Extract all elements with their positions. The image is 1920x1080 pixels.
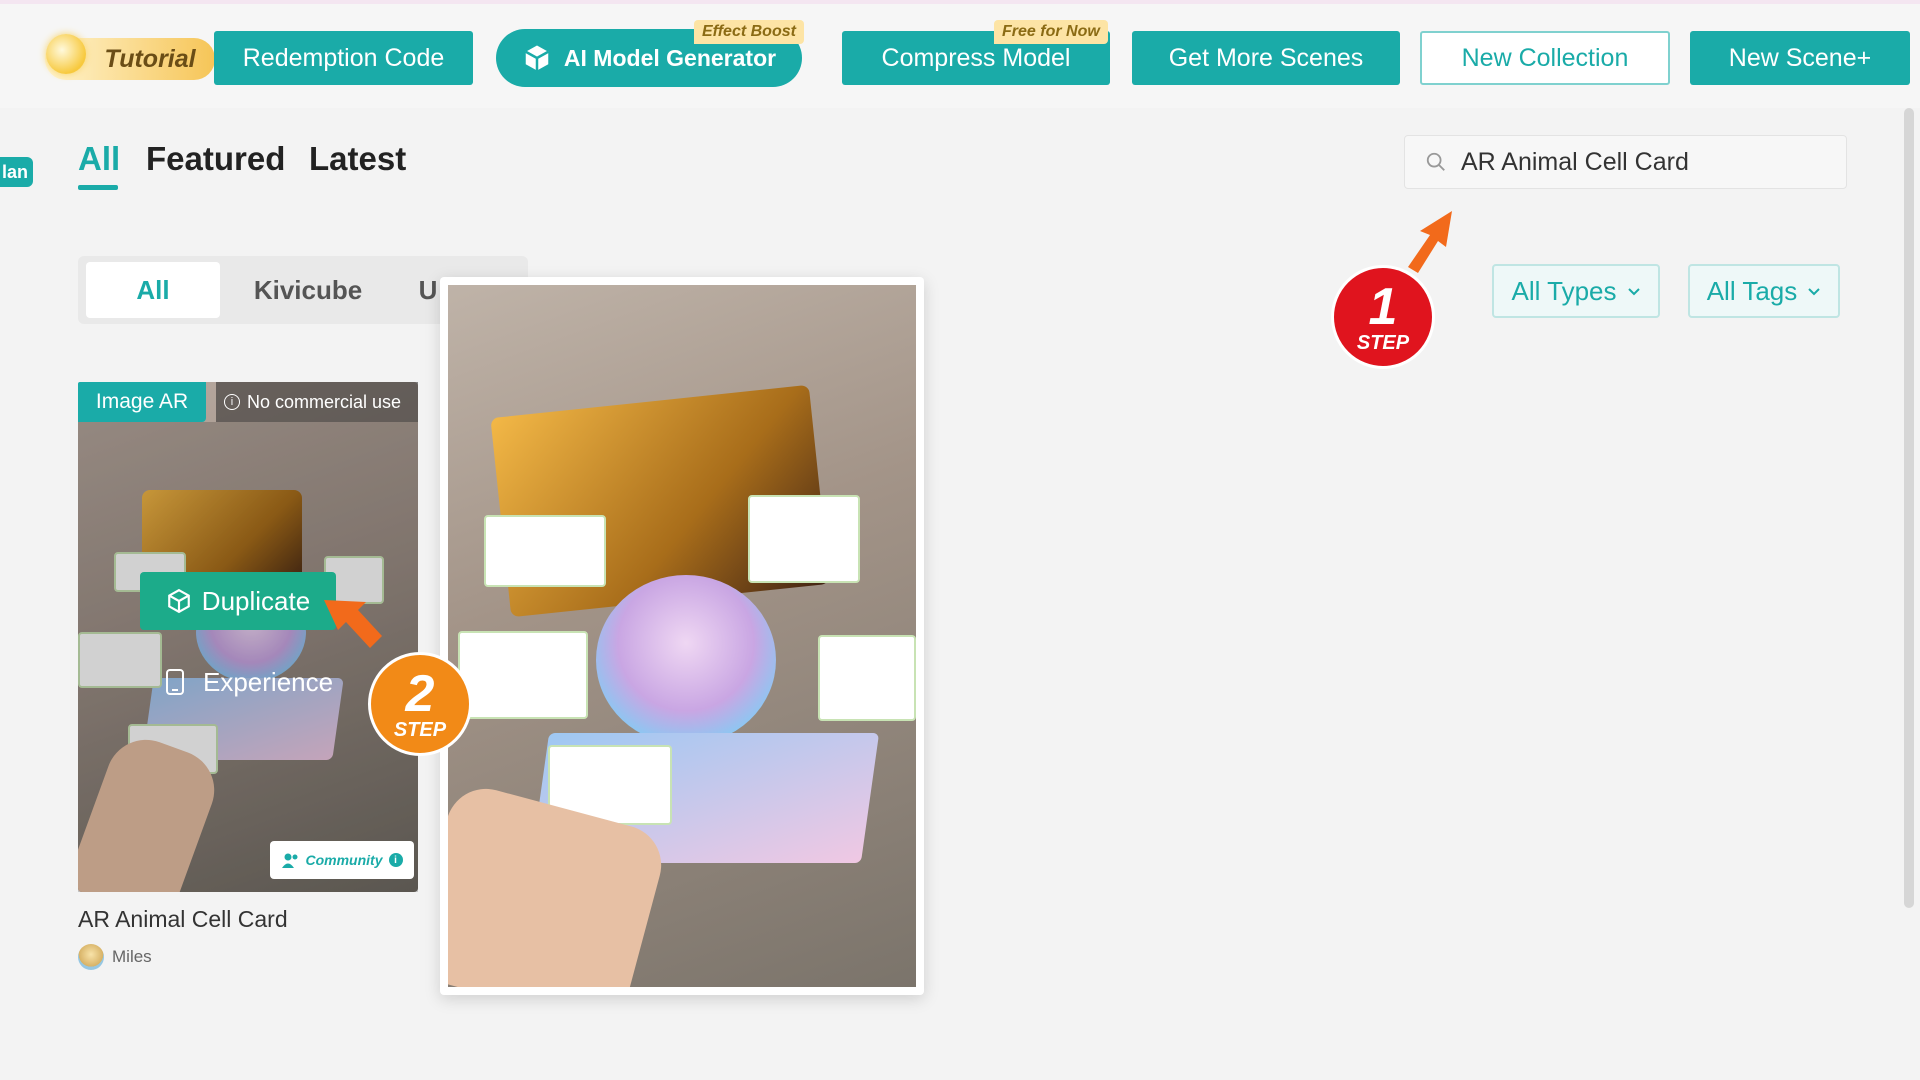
scene-label-card (818, 635, 916, 721)
avatar (78, 944, 104, 970)
scene-label-card (748, 495, 860, 583)
segment-kivicube[interactable]: Kivicube (238, 262, 378, 318)
duplicate-button[interactable]: Duplicate (140, 572, 336, 630)
info-icon: i (224, 394, 240, 410)
redemption-code-label: Redemption Code (242, 43, 445, 72)
search-icon (1426, 152, 1445, 171)
cell-model-illustration (596, 575, 776, 745)
redemption-code-button[interactable]: Redemption Code (214, 31, 473, 85)
tutorial-label: Tutorial (104, 44, 196, 73)
phone-icon (166, 669, 184, 695)
image-ar-badge: Image AR (78, 382, 206, 422)
step-1-number: 1 (1368, 278, 1398, 336)
community-label: Community (305, 852, 383, 868)
arrow-icon (324, 600, 382, 648)
chevron-down-icon (1808, 288, 1820, 296)
active-tab-indicator (78, 185, 118, 190)
preview-image (448, 285, 916, 987)
search-input[interactable]: AR Animal Cell Card (1404, 135, 1847, 189)
card-title[interactable]: AR Animal Cell Card (78, 906, 288, 933)
tab-all[interactable]: All (78, 140, 120, 178)
chevron-down-icon (1627, 288, 1640, 296)
license-badge: i No commercial use (216, 382, 418, 422)
scene-preview-popup (440, 277, 924, 995)
get-more-scenes-button[interactable]: Get More Scenes (1132, 31, 1400, 85)
step-2-label: STEP (393, 719, 447, 741)
get-more-scenes-label: Get More Scenes (1168, 43, 1364, 72)
step-1-label: STEP (1356, 332, 1410, 354)
all-types-label: All Types (1511, 275, 1617, 306)
plan-tag[interactable]: lan (0, 157, 33, 187)
users-icon (281, 853, 297, 868)
arrow-icon (1408, 211, 1452, 273)
all-tags-label: All Tags (1706, 275, 1798, 306)
cube-icon (525, 45, 549, 71)
community-badge: Community i (270, 841, 414, 879)
tab-featured[interactable]: Featured (146, 140, 285, 178)
author-name: Miles (112, 947, 152, 966)
tab-latest[interactable]: Latest (309, 140, 406, 178)
scrollbar[interactable] (1904, 108, 1914, 908)
new-scene-label: New Scene+ (1728, 43, 1872, 72)
license-label: No commercial use (247, 391, 402, 412)
lightbulb-icon (46, 34, 86, 74)
duplicate-label: Duplicate (201, 585, 311, 616)
card-author: Miles (78, 944, 152, 970)
step-1-badge: 1 STEP (1331, 265, 1435, 369)
new-collection-label: New Collection (1461, 43, 1629, 72)
segment-all[interactable]: All (86, 262, 220, 318)
hover-overlay (78, 422, 418, 892)
step-2-badge: 2 STEP (368, 652, 472, 756)
info-icon: i (388, 853, 403, 867)
effect-boost-badge: Effect Boost (694, 20, 804, 44)
new-collection-button[interactable]: New Collection (1420, 31, 1670, 85)
experience-button[interactable]: Experience (165, 662, 333, 702)
cube-icon (167, 588, 190, 614)
new-scene-button[interactable]: New Scene+ (1690, 31, 1910, 85)
scene-label-card (484, 515, 606, 587)
experience-label: Experience (203, 666, 334, 697)
free-for-now-badge: Free for Now (994, 20, 1108, 44)
ai-model-generator-label: AI Model Generator (563, 44, 777, 71)
search-value: AR Animal Cell Card (1461, 147, 1689, 176)
scene-label-card (458, 631, 588, 719)
all-types-dropdown[interactable]: All Types (1492, 264, 1660, 318)
all-tags-dropdown[interactable]: All Tags (1688, 264, 1840, 318)
step-2-number: 2 (405, 665, 435, 723)
compress-model-label: Compress Model (881, 43, 1071, 72)
